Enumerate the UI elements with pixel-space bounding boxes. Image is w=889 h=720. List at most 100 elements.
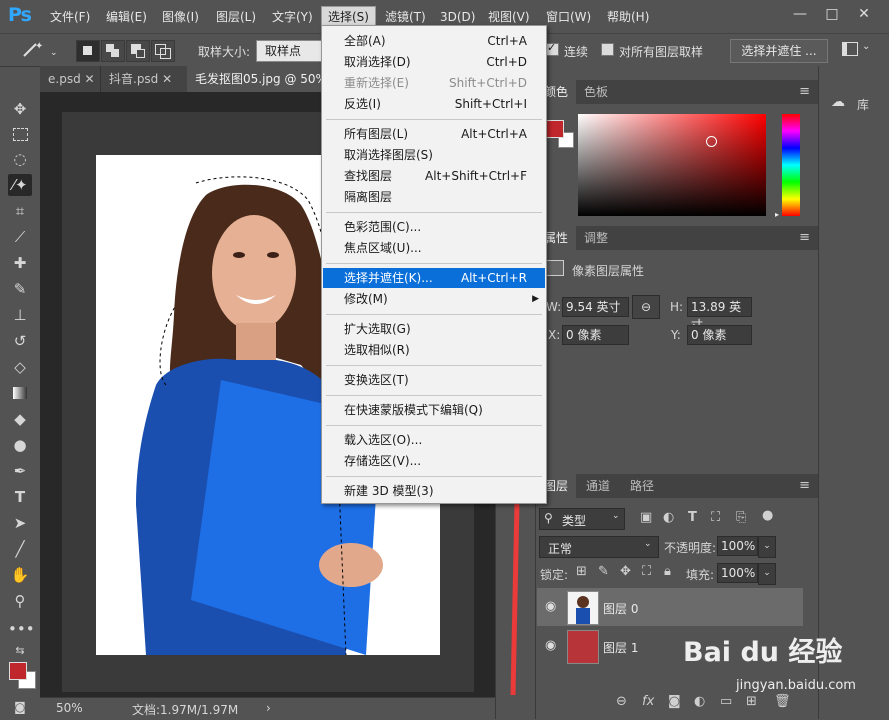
- panel-menu-icon[interactable]: ≡: [799, 230, 810, 245]
- sample-all-layers-checkbox[interactable]: [601, 43, 614, 56]
- lock-artboard-icon[interactable]: ⛶: [642, 564, 651, 579]
- menu-item[interactable]: 扩大选取(G): [323, 319, 545, 339]
- menu-window[interactable]: 窗口(W): [540, 7, 597, 27]
- menu-item[interactable]: 取消选择图层(S): [323, 145, 545, 165]
- adjustment-layer-icon[interactable]: ◐: [694, 694, 705, 709]
- lasso-tool-icon[interactable]: ◌: [8, 148, 32, 170]
- magic-wand-tool-icon[interactable]: ⁄✦: [8, 174, 32, 196]
- menu-item[interactable]: 查找图层 Alt+Shift+Ctrl+F: [323, 166, 545, 186]
- creative-cloud-icon[interactable]: ☁: [831, 94, 845, 110]
- lock-position-icon[interactable]: ✥: [620, 564, 631, 579]
- menu-3d[interactable]: 3D(D): [434, 7, 481, 27]
- menu-item[interactable]: 选取相似(R): [323, 340, 545, 360]
- filter-shape-icon[interactable]: ⛶: [711, 510, 720, 525]
- close-icon[interactable]: ✕: [162, 72, 172, 86]
- link-icon[interactable]: ⊖: [632, 295, 660, 319]
- width-field[interactable]: 9.54 英寸: [562, 297, 629, 317]
- chevron-down-icon[interactable]: ⌄: [758, 563, 776, 585]
- path-selection-tool-icon[interactable]: ➤: [8, 512, 32, 534]
- healing-brush-tool-icon[interactable]: ✚: [8, 252, 32, 274]
- lock-all-icon[interactable]: 🔒︎: [664, 564, 671, 579]
- chevron-right-icon[interactable]: ›: [266, 701, 271, 715]
- x-field[interactable]: 0 像素: [562, 325, 629, 345]
- workspace-icon[interactable]: [842, 42, 858, 56]
- link-layers-icon[interactable]: ⊖: [616, 694, 627, 709]
- menu-view[interactable]: 视图(V): [482, 7, 536, 27]
- menu-file[interactable]: 文件(F): [44, 7, 96, 27]
- history-brush-tool-icon[interactable]: ↺: [8, 330, 32, 352]
- new-layer-icon[interactable]: ⊞: [746, 694, 757, 709]
- gradient-tool-icon[interactable]: [8, 382, 32, 404]
- menu-item[interactable]: 取消选择(D) Ctrl+D: [323, 52, 545, 72]
- menu-item[interactable]: 在快速蒙版模式下编辑(Q): [323, 400, 545, 420]
- tab-document[interactable]: 抖音.psd ✕: [101, 66, 196, 92]
- menu-item[interactable]: 存储选区(V)...: [323, 451, 545, 471]
- menu-item[interactable]: 载入选区(O)...: [323, 430, 545, 450]
- select-and-mask-button[interactable]: 选择并遮住 ...: [730, 39, 828, 63]
- quick-mask-icon[interactable]: ◙: [8, 696, 32, 718]
- library-label[interactable]: 库: [857, 96, 869, 113]
- foreground-color-swatch[interactable]: [546, 120, 564, 138]
- minimize-button[interactable]: —: [788, 4, 812, 24]
- add-mask-icon[interactable]: ◙: [668, 694, 681, 709]
- eyedropper-tool-icon[interactable]: ⟋: [8, 226, 32, 248]
- menu-item[interactable]: 焦点区域(U)...: [323, 238, 545, 258]
- menu-edit[interactable]: 编辑(E): [100, 7, 153, 27]
- marquee-tool-icon[interactable]: [8, 123, 32, 145]
- color-field[interactable]: [578, 114, 766, 216]
- new-selection-button[interactable]: [76, 40, 100, 62]
- group-icon[interactable]: ▭: [720, 694, 732, 709]
- menu-item[interactable]: 修改(M) ▶: [323, 289, 545, 309]
- contiguous-checkbox[interactable]: [546, 41, 559, 56]
- eye-icon[interactable]: ◉: [545, 638, 556, 653]
- panel-menu-icon[interactable]: ≡: [799, 478, 810, 493]
- move-tool-icon[interactable]: ✥: [8, 98, 32, 120]
- tab-document[interactable]: e.psd ✕: [40, 66, 101, 92]
- zoom-tool-icon[interactable]: ⚲: [8, 590, 32, 612]
- filter-type-icon[interactable]: T: [688, 510, 697, 525]
- hue-slider-handle[interactable]: ▸: [775, 210, 779, 219]
- crop-tool-icon[interactable]: ⌗: [8, 200, 32, 222]
- lock-transparent-icon[interactable]: ⊞: [576, 564, 587, 579]
- layer-row-selected[interactable]: ◉ 图层 0: [537, 588, 803, 626]
- layer-filter-select[interactable]: ⚲ 类型 ⌄: [539, 508, 625, 530]
- menu-item[interactable]: 隔离图层: [323, 187, 545, 207]
- menu-item[interactable]: 反选(I) Shift+Ctrl+I: [323, 94, 545, 114]
- zoom-level[interactable]: 50%: [56, 701, 83, 715]
- filter-toggle-icon[interactable]: ●: [762, 508, 773, 523]
- filter-pixel-icon[interactable]: ▣: [640, 510, 652, 525]
- close-icon[interactable]: ✕: [85, 72, 95, 86]
- chevron-down-icon[interactable]: ⌄: [862, 41, 870, 52]
- menu-item[interactable]: 所有图层(L) Alt+Ctrl+A: [323, 124, 545, 144]
- clone-stamp-tool-icon[interactable]: ⊥: [8, 304, 32, 326]
- trash-icon[interactable]: 🗑︎: [774, 694, 791, 709]
- fx-icon[interactable]: fx: [642, 694, 654, 709]
- menu-layer[interactable]: 图层(L): [210, 7, 262, 27]
- intersect-selection-button[interactable]: [151, 40, 175, 62]
- menu-type[interactable]: 文字(Y): [266, 7, 319, 27]
- type-tool-icon[interactable]: T: [8, 486, 32, 508]
- fill-field[interactable]: 100%: [717, 563, 758, 583]
- menu-filter[interactable]: 滤镜(T): [379, 7, 432, 27]
- swap-colors-icon[interactable]: ⇆: [8, 640, 32, 662]
- menu-help[interactable]: 帮助(H): [601, 7, 655, 27]
- hand-tool-icon[interactable]: ✋: [8, 564, 32, 586]
- panel-menu-icon[interactable]: ≡: [799, 84, 810, 99]
- close-button[interactable]: ✕: [852, 4, 876, 24]
- menu-item[interactable]: 全部(A) Ctrl+A: [323, 31, 545, 51]
- add-selection-button[interactable]: [101, 40, 125, 62]
- chevron-down-icon[interactable]: ⌄: [758, 536, 776, 558]
- y-field[interactable]: 0 像素: [687, 325, 752, 345]
- brush-tool-icon[interactable]: ✎: [8, 278, 32, 300]
- eraser-tool-icon[interactable]: ◇: [8, 356, 32, 378]
- blur-tool-icon[interactable]: ◆: [8, 408, 32, 430]
- foreground-color-swatch[interactable]: [9, 662, 27, 680]
- tab-channels[interactable]: 通道: [578, 474, 618, 498]
- height-field[interactable]: 13.89 英寸: [687, 297, 752, 332]
- sample-size-select[interactable]: 取样点: [256, 40, 328, 62]
- magic-wand-preset[interactable]: ✦ ⌄: [8, 38, 60, 62]
- rectangle-tool-icon[interactable]: ╱: [8, 538, 32, 560]
- menu-item[interactable]: 新建 3D 模型(3): [323, 481, 545, 501]
- menu-image[interactable]: 图像(I): [156, 7, 205, 27]
- dodge-tool-icon[interactable]: ●: [8, 434, 32, 456]
